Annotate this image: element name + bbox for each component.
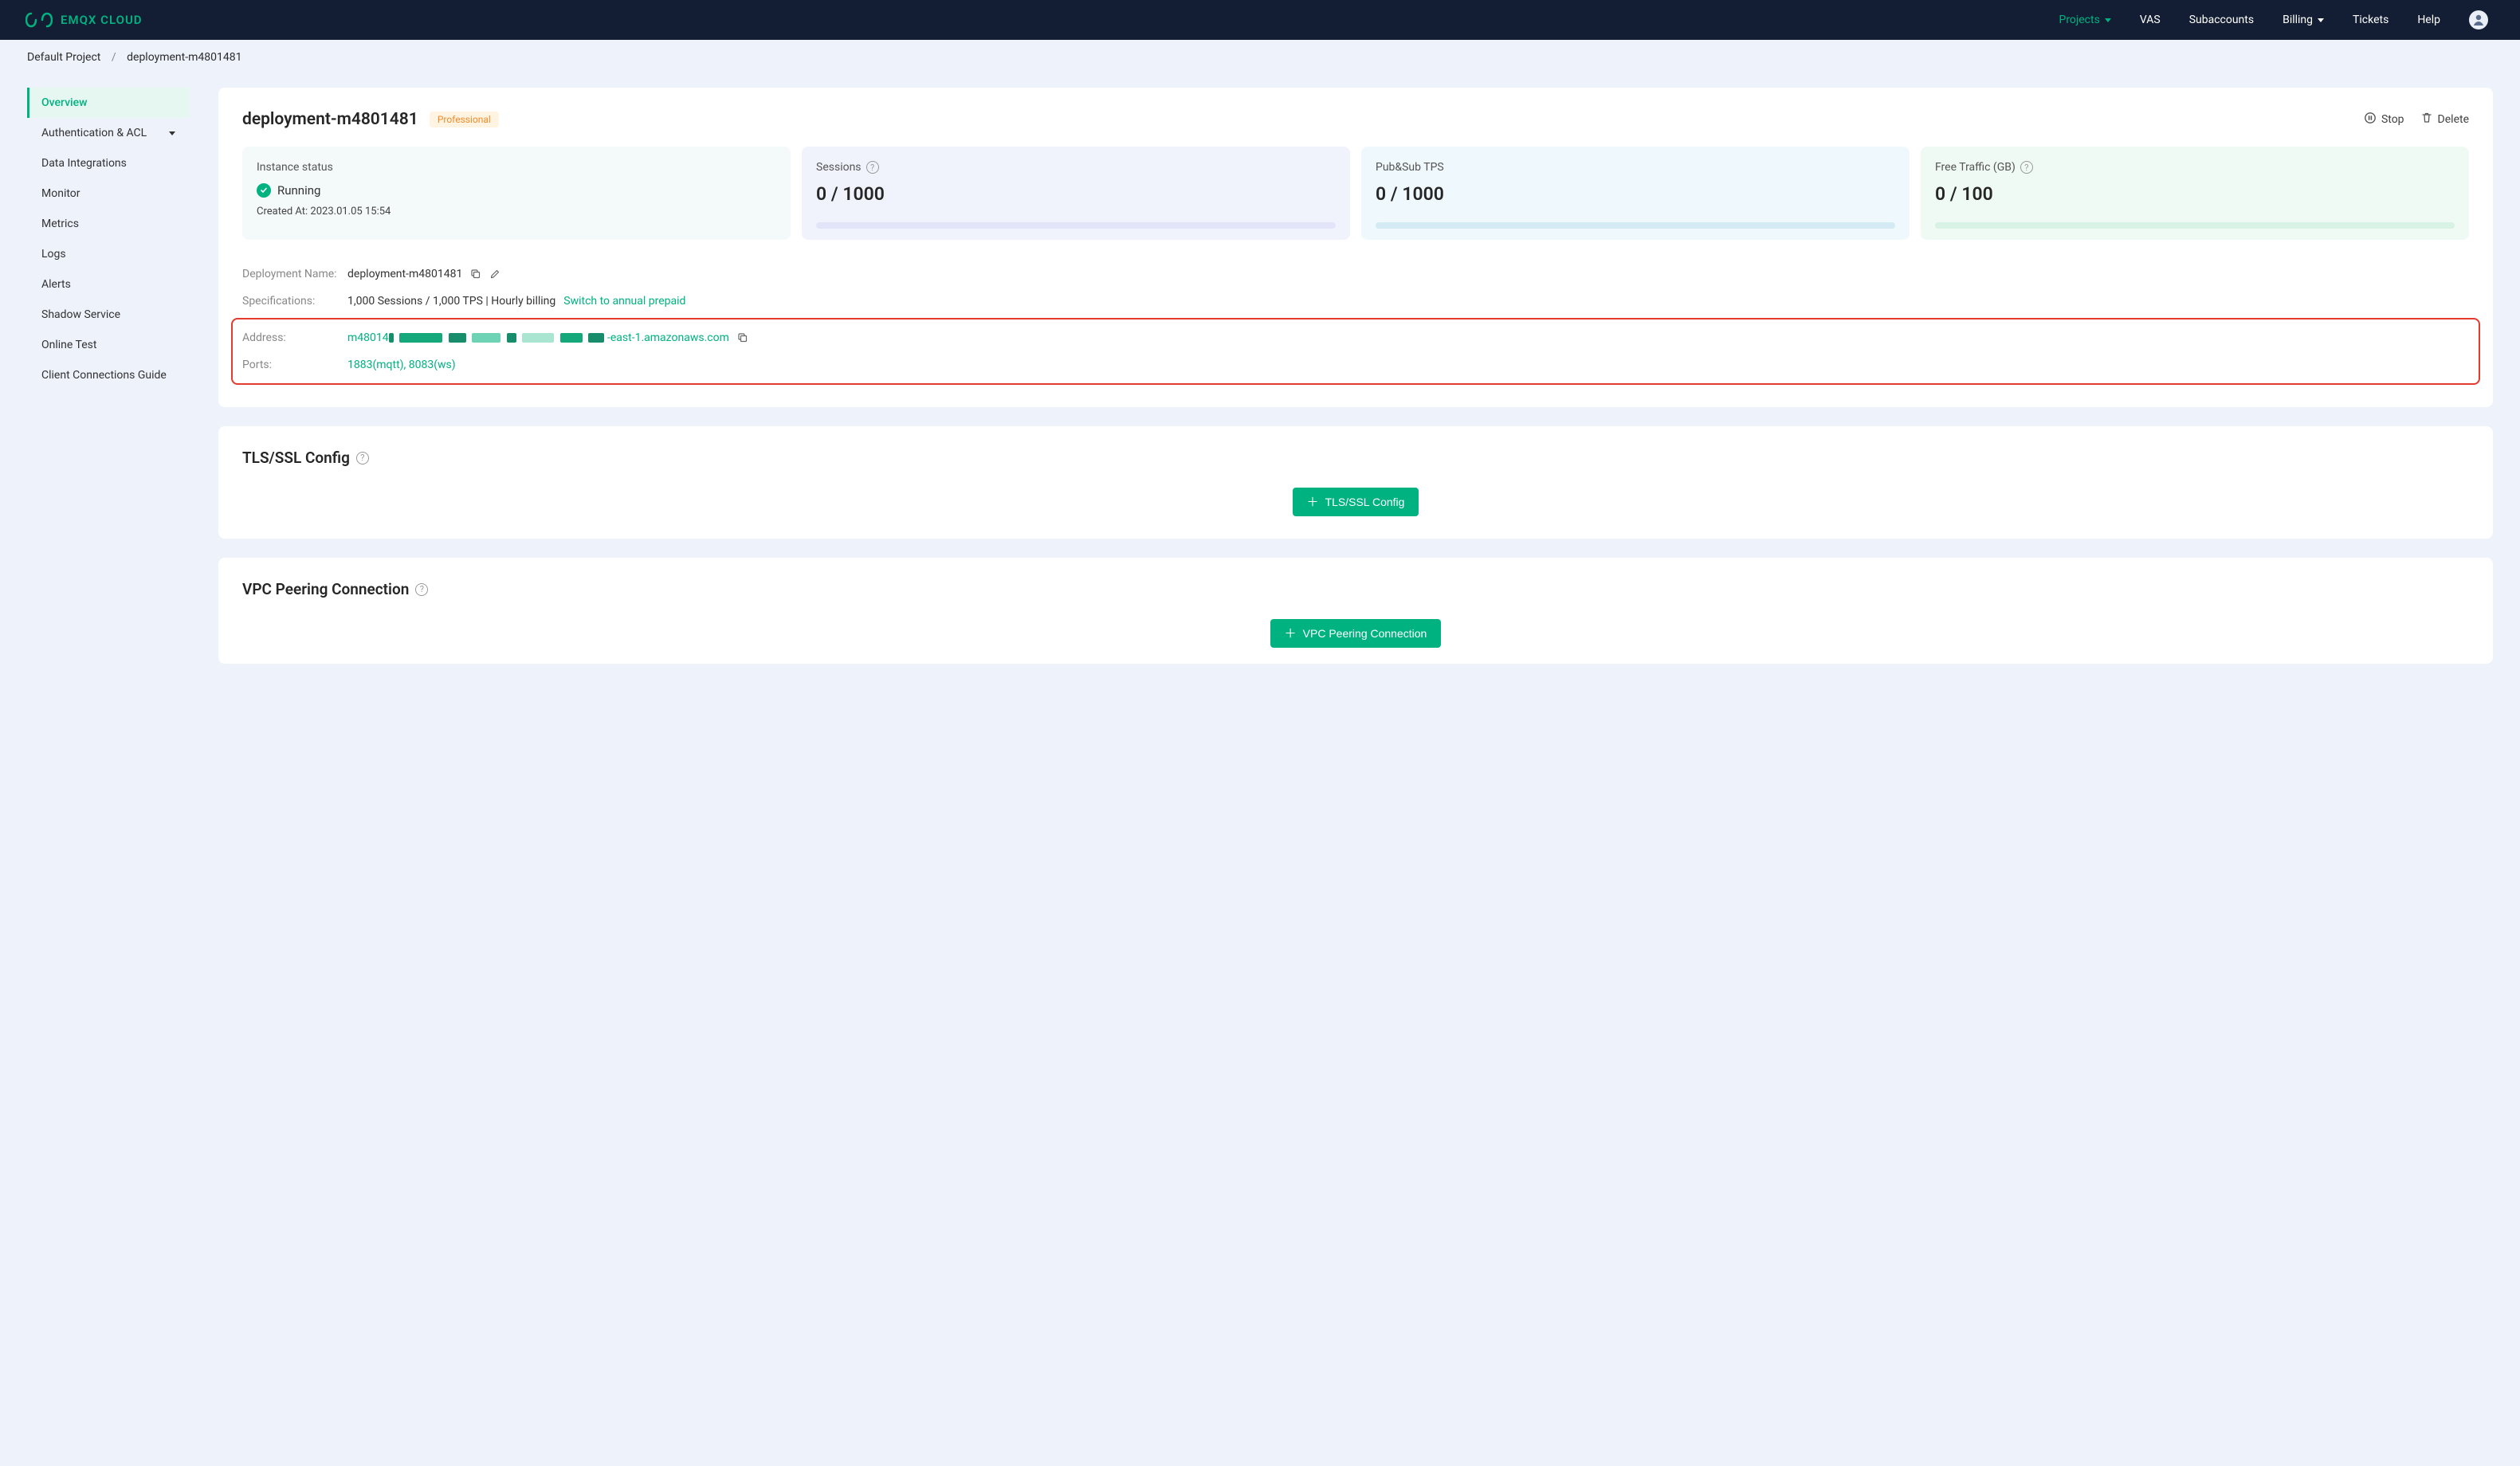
copy-icon[interactable] [737,332,748,343]
stat-title: Free Traffic (GB) [1935,161,2016,174]
section-title: VPC Peering Connection [242,580,409,598]
stats-row: Instance status Running Created At: 2023… [242,147,2469,240]
sidebar-item-shadow-service[interactable]: Shadow Service [27,300,190,330]
sidebar-item-label: Overview [41,96,87,109]
deployment-header: deployment-m4801481 Professional Stop De… [242,110,2469,129]
avatar[interactable] [2469,10,2488,29]
brand[interactable]: EMQX CLOUD [26,12,143,28]
edit-icon[interactable] [489,269,500,280]
sidebar-item-authentication-acl[interactable]: Authentication & ACL [27,118,190,148]
add-vpc-peering-button[interactable]: ＋ VPC Peering Connection [1270,619,1442,648]
stat-sessions: Sessions? 0 / 1000 [802,147,1350,240]
page-title: deployment-m4801481 [242,110,418,129]
stat-title: Instance status [257,161,776,174]
info-label: Address: [242,331,347,344]
plan-badge: Professional [430,112,499,127]
top-nav: EMQX CLOUD Projects VAS Subaccounts Bill… [0,0,2520,40]
crumb-current: deployment-m4801481 [127,51,241,64]
sidebar-item-client-connections-guide[interactable]: Client Connections Guide [27,360,190,390]
plus-icon: ＋ [1285,628,1297,640]
brand-logo-icon [26,12,53,28]
stat-value: 0 / 1000 [816,183,1336,205]
nav-item-billing[interactable]: Billing [2283,14,2324,26]
copy-icon[interactable] [470,269,481,280]
help-icon[interactable]: ? [2020,161,2033,174]
nav-item-vas[interactable]: VAS [2140,14,2161,26]
stat-title: Pub&Sub TPS [1376,161,1895,174]
crumb-separator: / [112,51,116,64]
add-tls-config-button[interactable]: ＋ TLS/SSL Config [1293,488,1419,516]
help-icon[interactable]: ? [356,452,369,464]
nav-item-projects[interactable]: Projects [2059,14,2110,26]
delete-button[interactable]: Delete [2420,112,2469,127]
progress-bar [1935,222,2455,229]
tls-panel: TLS/SSL Config ? ＋ TLS/SSL Config [218,426,2493,539]
chevron-down-icon [2105,18,2111,22]
stat-value: 0 / 1000 [1376,183,1895,205]
plus-icon: ＋ [1307,496,1319,508]
vpc-panel: VPC Peering Connection ? ＋ VPC Peering C… [218,558,2493,664]
chevron-down-icon [169,131,175,135]
crumb-root[interactable]: Default Project [27,51,100,64]
breadcrumb: Default Project / deployment-m4801481 [0,40,2520,75]
info-row-specifications: Specifications: 1,000 Sessions / 1,000 T… [242,288,2469,315]
help-icon[interactable]: ? [866,161,879,174]
nav-items: Projects VAS Subaccounts Billing Tickets… [2059,10,2494,29]
main-content: deployment-m4801481 Professional Stop De… [218,88,2493,664]
progress-bar [816,222,1336,229]
sidebar: Overview Authentication & ACL Data Integ… [27,88,190,390]
stat-title: Sessions [816,161,862,174]
sidebar-item-label: Online Test [41,339,96,351]
overview-panel: deployment-m4801481 Professional Stop De… [218,88,2493,407]
check-circle-icon [257,183,271,198]
sidebar-item-alerts[interactable]: Alerts [27,269,190,300]
sidebar-item-label: Shadow Service [41,308,120,321]
sidebar-item-label: Monitor [41,187,80,200]
info-value: deployment-m4801481 [347,268,462,280]
address-value: m48014 -east-1.amazonaws.com [347,331,729,344]
nav-item-help[interactable]: Help [2417,14,2440,26]
info-row-ports: Ports: 1883(mqtt), 8083(ws) [242,351,2469,378]
sidebar-item-metrics[interactable]: Metrics [27,209,190,239]
stat-pubsub-tps: Pub&Sub TPS 0 / 1000 [1361,147,1910,240]
deployment-info: Deployment Name: deployment-m4801481 Spe… [242,261,2469,385]
stop-icon [2364,112,2377,127]
sidebar-item-monitor[interactable]: Monitor [27,178,190,209]
switch-prepaid-link[interactable]: Switch to annual prepaid [563,295,685,308]
nav-item-subaccounts[interactable]: Subaccounts [2189,14,2254,26]
info-label: Ports: [242,359,347,371]
highlighted-connection-info: Address: m48014 -east-1.amazonaws.com [231,318,2480,385]
progress-bar [1376,222,1895,229]
stat-instance-status: Instance status Running Created At: 2023… [242,147,791,240]
stat-value: 0 / 100 [1935,183,2455,205]
sidebar-item-data-integrations[interactable]: Data Integrations [27,148,190,178]
sidebar-item-logs[interactable]: Logs [27,239,190,269]
sidebar-item-label: Logs [41,248,66,261]
sidebar-item-online-test[interactable]: Online Test [27,330,190,360]
sidebar-item-label: Alerts [41,278,71,291]
sidebar-item-label: Metrics [41,218,79,230]
ports-value: 1883(mqtt), 8083(ws) [347,359,456,371]
info-label: Specifications: [242,295,347,308]
help-icon[interactable]: ? [415,583,428,596]
chevron-down-icon [2318,18,2324,22]
info-row-address: Address: m48014 -east-1.amazonaws.com [242,324,2469,351]
info-row-deployment-name: Deployment Name: deployment-m4801481 [242,261,2469,288]
info-value: 1,000 Sessions / 1,000 TPS | Hourly bill… [347,295,555,308]
sidebar-item-label: Client Connections Guide [41,369,167,382]
header-actions: Stop Delete [2364,112,2469,127]
nav-item-tickets[interactable]: Tickets [2353,14,2389,26]
status-text: Running [277,183,320,198]
sidebar-item-label: Data Integrations [41,157,127,170]
trash-icon [2420,112,2433,127]
section-title: TLS/SSL Config [242,449,350,467]
brand-text: EMQX CLOUD [61,13,143,27]
stat-free-traffic: Free Traffic (GB)? 0 / 100 [1921,147,2469,240]
stop-button[interactable]: Stop [2364,112,2404,127]
info-label: Deployment Name: [242,268,347,280]
sidebar-item-label: Authentication & ACL [41,127,147,139]
sidebar-item-overview[interactable]: Overview [27,88,190,118]
